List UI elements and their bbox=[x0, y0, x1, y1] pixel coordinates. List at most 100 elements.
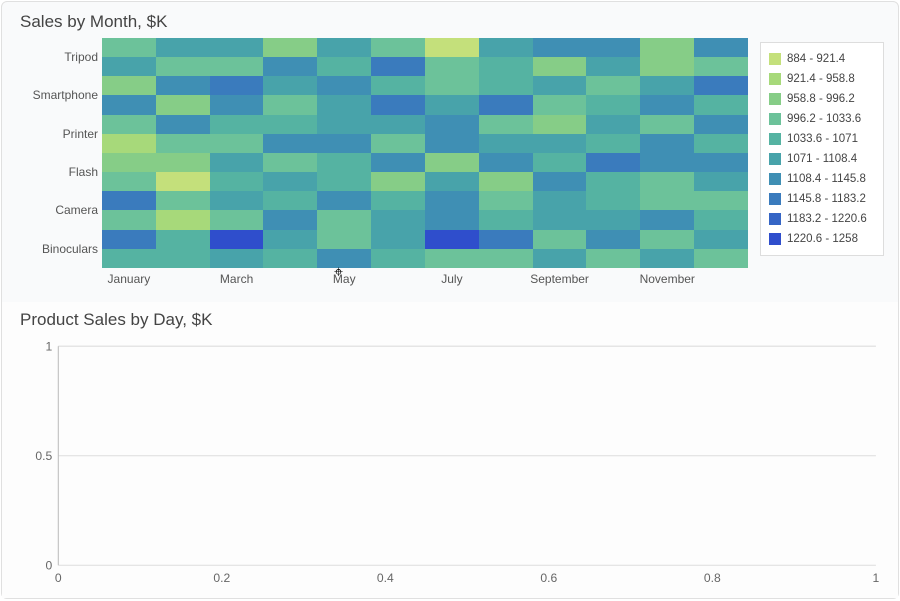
heatmap-cell[interactable] bbox=[694, 38, 748, 57]
heatmap-cell[interactable] bbox=[425, 38, 479, 57]
heatmap-cell[interactable] bbox=[640, 115, 694, 134]
heatmap-cell[interactable] bbox=[210, 95, 264, 114]
heatmap-cell[interactable] bbox=[317, 95, 371, 114]
heatmap-cell[interactable] bbox=[102, 191, 156, 210]
heatmap-cell[interactable] bbox=[371, 249, 425, 268]
legend-item[interactable]: 1071 - 1108.4 bbox=[769, 149, 875, 169]
heatmap-cell[interactable] bbox=[479, 134, 533, 153]
heatmap-cell[interactable] bbox=[479, 115, 533, 134]
heatmap-cell[interactable] bbox=[263, 249, 317, 268]
heatmap-cell[interactable] bbox=[640, 57, 694, 76]
heatmap-cell[interactable] bbox=[586, 95, 640, 114]
heatmap-grid[interactable] bbox=[102, 38, 748, 268]
heatmap-cell[interactable] bbox=[263, 191, 317, 210]
heatmap-cell[interactable] bbox=[425, 249, 479, 268]
heatmap-cell[interactable] bbox=[263, 95, 317, 114]
heatmap-cell[interactable] bbox=[102, 230, 156, 249]
heatmap-cell[interactable] bbox=[263, 210, 317, 229]
heatmap-cell[interactable] bbox=[156, 230, 210, 249]
heatmap-cell[interactable] bbox=[425, 172, 479, 191]
heatmap-cell[interactable] bbox=[210, 172, 264, 191]
heatmap-cell[interactable] bbox=[371, 95, 425, 114]
heatmap-cell[interactable] bbox=[479, 38, 533, 57]
legend-item[interactable]: 884 - 921.4 bbox=[769, 49, 875, 69]
heatmap-cell[interactable] bbox=[425, 153, 479, 172]
heatmap-cell[interactable] bbox=[586, 210, 640, 229]
heatmap-cell[interactable] bbox=[533, 172, 587, 191]
heatmap-cell[interactable] bbox=[317, 57, 371, 76]
heatmap-cell[interactable] bbox=[533, 230, 587, 249]
heatmap-cell[interactable] bbox=[533, 38, 587, 57]
heatmap-cell[interactable] bbox=[586, 191, 640, 210]
heatmap-cell[interactable] bbox=[694, 230, 748, 249]
heatmap-cell[interactable] bbox=[210, 57, 264, 76]
heatmap-cell[interactable] bbox=[425, 57, 479, 76]
heatmap-cell[interactable] bbox=[371, 191, 425, 210]
heatmap-cell[interactable] bbox=[317, 134, 371, 153]
heatmap-cell[interactable] bbox=[102, 172, 156, 191]
heatmap-cell[interactable] bbox=[156, 115, 210, 134]
linechart-plot-area[interactable]: 10.5000.20.40.60.81 bbox=[34, 340, 884, 588]
heatmap-cell[interactable] bbox=[156, 191, 210, 210]
heatmap-cell[interactable] bbox=[371, 230, 425, 249]
heatmap-cell[interactable] bbox=[586, 76, 640, 95]
heatmap-cell[interactable] bbox=[371, 57, 425, 76]
heatmap-cell[interactable] bbox=[694, 115, 748, 134]
heatmap-cell[interactable] bbox=[694, 134, 748, 153]
heatmap-cell[interactable] bbox=[371, 210, 425, 229]
heatmap-cell[interactable] bbox=[479, 249, 533, 268]
heatmap-cell[interactable] bbox=[640, 191, 694, 210]
heatmap-cell[interactable] bbox=[156, 95, 210, 114]
heatmap-cell[interactable] bbox=[425, 115, 479, 134]
heatmap-cell[interactable] bbox=[694, 249, 748, 268]
heatmap-cell[interactable] bbox=[425, 230, 479, 249]
legend-item[interactable]: 996.2 - 1033.6 bbox=[769, 109, 875, 129]
heatmap-cell[interactable] bbox=[533, 95, 587, 114]
legend-item[interactable]: 958.8 - 996.2 bbox=[769, 89, 875, 109]
heatmap-cell[interactable] bbox=[586, 57, 640, 76]
legend-item[interactable]: 1183.2 - 1220.6 bbox=[769, 209, 875, 229]
heatmap-cell[interactable] bbox=[317, 172, 371, 191]
heatmap-cell[interactable] bbox=[640, 249, 694, 268]
heatmap-cell[interactable] bbox=[371, 115, 425, 134]
heatmap-cell[interactable] bbox=[210, 153, 264, 172]
heatmap-cell[interactable] bbox=[586, 230, 640, 249]
heatmap-cell[interactable] bbox=[640, 230, 694, 249]
heatmap-cell[interactable] bbox=[425, 134, 479, 153]
heatmap-cell[interactable] bbox=[263, 57, 317, 76]
heatmap-cell[interactable] bbox=[210, 191, 264, 210]
heatmap-cell[interactable] bbox=[479, 172, 533, 191]
heatmap-cell[interactable] bbox=[371, 76, 425, 95]
heatmap-cell[interactable] bbox=[533, 153, 587, 172]
heatmap-cell[interactable] bbox=[156, 249, 210, 268]
heatmap-cell[interactable] bbox=[317, 230, 371, 249]
heatmap-cell[interactable] bbox=[425, 210, 479, 229]
heatmap-cell[interactable] bbox=[640, 210, 694, 229]
heatmap-cell[interactable] bbox=[317, 115, 371, 134]
heatmap-cell[interactable] bbox=[156, 172, 210, 191]
heatmap-cell[interactable] bbox=[317, 191, 371, 210]
heatmap-cell[interactable] bbox=[640, 95, 694, 114]
legend-item[interactable]: 921.4 - 958.8 bbox=[769, 69, 875, 89]
heatmap-cell[interactable] bbox=[317, 210, 371, 229]
heatmap-cell[interactable] bbox=[210, 76, 264, 95]
heatmap-cell[interactable] bbox=[263, 38, 317, 57]
heatmap-cell[interactable] bbox=[210, 115, 264, 134]
heatmap-cell[interactable] bbox=[156, 153, 210, 172]
heatmap-cell[interactable] bbox=[479, 76, 533, 95]
heatmap-cell[interactable] bbox=[694, 172, 748, 191]
heatmap-cell[interactable] bbox=[479, 210, 533, 229]
heatmap-cell[interactable] bbox=[640, 134, 694, 153]
heatmap-cell[interactable] bbox=[425, 191, 479, 210]
heatmap-cell[interactable] bbox=[586, 38, 640, 57]
heatmap-cell[interactable] bbox=[425, 95, 479, 114]
legend-item[interactable]: 1033.6 - 1071 bbox=[769, 129, 875, 149]
heatmap-cell[interactable] bbox=[317, 38, 371, 57]
heatmap-cell[interactable] bbox=[210, 249, 264, 268]
heatmap-cell[interactable] bbox=[102, 210, 156, 229]
heatmap-cell[interactable] bbox=[694, 57, 748, 76]
heatmap-cell[interactable] bbox=[425, 76, 479, 95]
heatmap-cell[interactable] bbox=[586, 172, 640, 191]
heatmap-cell[interactable] bbox=[479, 191, 533, 210]
heatmap-cell[interactable] bbox=[156, 134, 210, 153]
